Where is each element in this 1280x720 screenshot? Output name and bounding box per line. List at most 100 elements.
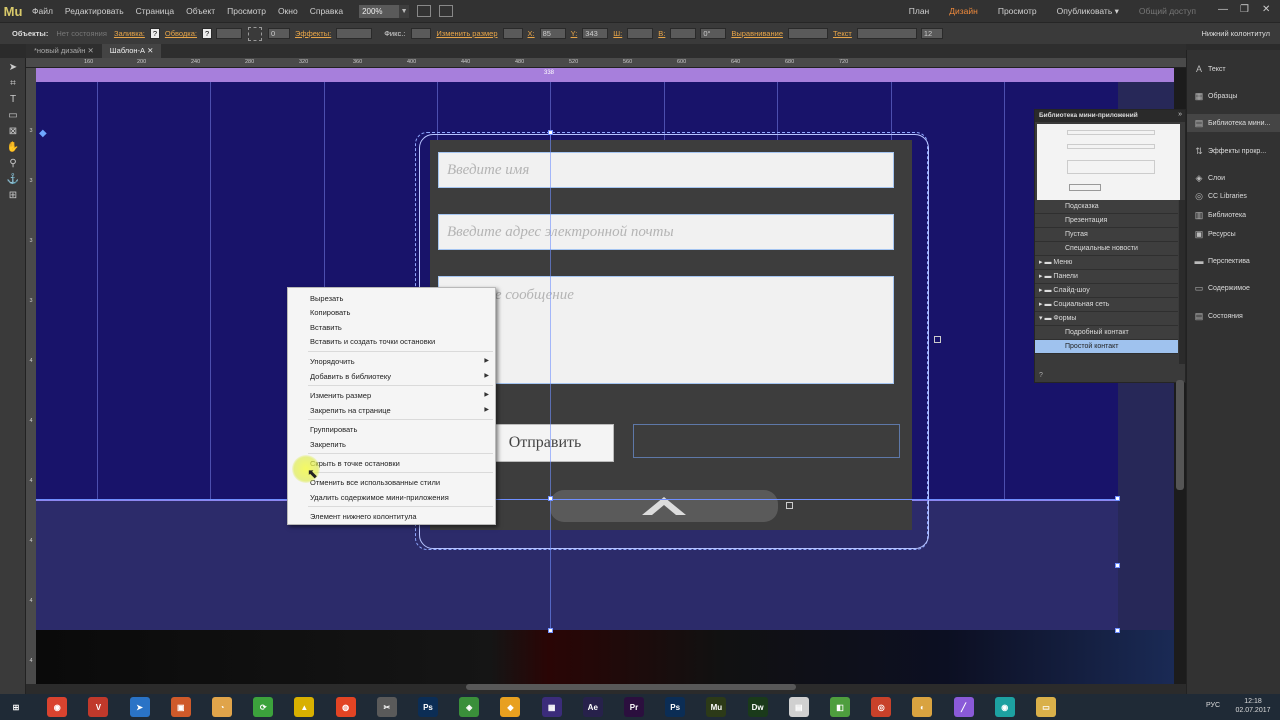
mode-shared[interactable]: Общий доступ xyxy=(1129,6,1206,16)
frame-tool-icon[interactable]: ⊠ xyxy=(5,124,21,138)
text-tool-icon[interactable]: T xyxy=(5,92,21,106)
menu-pin-to-page[interactable]: Закрепить на странице xyxy=(310,406,391,415)
taskbar-muse-alt-icon[interactable]: ▦ xyxy=(541,697,562,717)
h-field[interactable] xyxy=(670,28,697,39)
rotation-field[interactable]: 0° xyxy=(700,28,727,39)
text-link[interactable]: Текст xyxy=(830,29,855,38)
menu-paste[interactable]: Вставить xyxy=(310,323,342,332)
menu-lock[interactable]: Закрепить xyxy=(310,440,346,449)
panel-swatches[interactable]: ▦ Образцы xyxy=(1187,87,1280,105)
taskbar-opera-icon[interactable]: ◍ xyxy=(335,697,356,717)
scroll-up-button[interactable] xyxy=(550,490,778,522)
design-canvas[interactable]: 338 ◆ Введите имя Введите адрес электрон… xyxy=(36,68,1186,684)
view-options-icon[interactable] xyxy=(417,5,432,17)
radius-field[interactable]: 0 xyxy=(268,28,291,39)
library-item[interactable]: Подробный контакт xyxy=(1035,326,1178,340)
library-item[interactable]: Презентация xyxy=(1035,214,1178,228)
taskbar-game-icon[interactable]: ◧ xyxy=(830,697,850,717)
effects-link[interactable]: Эффекты: xyxy=(292,29,334,38)
taskbar-sync-icon[interactable]: ⟳ xyxy=(253,697,274,717)
breakpoint-marker-icon[interactable]: ◆ xyxy=(39,128,47,139)
resize-handle[interactable] xyxy=(1115,496,1120,501)
chevron-down-icon[interactable]: ▼ xyxy=(399,4,410,18)
message-field[interactable]: Введите сообщение xyxy=(438,276,894,384)
fill-link[interactable]: Заливка: xyxy=(111,29,148,38)
menu-object[interactable]: Объект xyxy=(180,6,221,16)
taskbar-chrome-icon[interactable]: ◉ xyxy=(47,697,68,717)
close-icon[interactable]: ✕ xyxy=(147,46,153,55)
menu-clear-styles[interactable]: Отменить все использованные стили xyxy=(310,478,440,487)
panel-layers[interactable]: ◈ Слои xyxy=(1187,169,1280,187)
menu-footer-item[interactable]: Элемент нижнего колонтитула xyxy=(310,512,417,521)
library-folder-social[interactable]: ▸ ▬ Социальная сеть xyxy=(1035,298,1178,312)
menu-group[interactable]: Группировать xyxy=(310,425,357,434)
library-item[interactable]: Специальные новости xyxy=(1035,242,1178,256)
menu-cut[interactable]: Вырезать xyxy=(310,294,343,303)
library-item[interactable]: Подсказка xyxy=(1035,200,1178,214)
menu-page[interactable]: Страница xyxy=(130,6,181,16)
menu-hide-at-breakpoint[interactable]: Скрыть в точке остановки xyxy=(310,459,400,468)
zoom-field[interactable]: 200% xyxy=(359,4,400,18)
panel-text[interactable]: A Текст xyxy=(1187,60,1280,78)
taskbar-scissors-icon[interactable]: ✂ xyxy=(376,697,397,717)
stroke-width-field[interactable] xyxy=(216,28,243,39)
tab-new-design[interactable]: *новый дизайн ✕ xyxy=(26,44,102,58)
library-folder-menu[interactable]: ▸ ▬ Меню xyxy=(1035,256,1178,270)
resize-handle[interactable] xyxy=(548,628,553,633)
vertical-scrollbar[interactable] xyxy=(1176,380,1184,490)
taskbar-box-icon[interactable]: ▣ xyxy=(170,697,191,717)
menu-delete-widget-content[interactable]: Удалить содержимое мини-приложения xyxy=(310,493,449,502)
taskbar-triangle-icon[interactable]: ▲ xyxy=(294,697,315,717)
menu-view[interactable]: Просмотр xyxy=(221,6,272,16)
taskbar-star-icon[interactable]: ◆ xyxy=(500,697,521,717)
taskbar-start-icon[interactable]: ⊞ xyxy=(6,697,26,717)
minimize-icon[interactable]: — xyxy=(1218,4,1228,15)
panel-cc-libraries[interactable]: ◎ CC Libraries xyxy=(1187,187,1280,205)
font-field[interactable] xyxy=(856,28,917,39)
library-item[interactable]: Пустая xyxy=(1035,228,1178,242)
menu-help[interactable]: Справка xyxy=(304,6,349,16)
taskbar-feather-icon[interactable]: ╱ xyxy=(953,697,974,717)
grid-tool-icon[interactable]: ⊞ xyxy=(5,188,21,202)
panel-assets[interactable]: ▣ Ресурсы xyxy=(1187,225,1280,243)
hand-tool-icon[interactable]: ✋ xyxy=(5,140,21,154)
mode-plan[interactable]: План xyxy=(899,6,940,16)
stroke-swatch[interactable]: ? xyxy=(202,28,213,39)
taskbar-photoshop-alt-icon[interactable]: Ps xyxy=(665,697,686,717)
taskbar-after-effects-icon[interactable]: Ae xyxy=(582,697,603,717)
resize-dropdown[interactable] xyxy=(502,28,523,39)
panel-library[interactable]: ▥ Библиотека xyxy=(1187,206,1280,224)
taskbar-muse-icon[interactable]: Mu xyxy=(706,697,727,717)
zoom-tool-icon[interactable]: ⚲ xyxy=(5,156,21,170)
taskbar-paint-icon[interactable]: ◐ xyxy=(912,697,933,717)
selection-tool-icon[interactable]: ➤ xyxy=(5,60,21,74)
x-field[interactable]: 85 xyxy=(539,28,566,39)
taskbar-vivaldi-icon[interactable]: V xyxy=(88,697,109,717)
crop-tool-icon[interactable]: ⌗ xyxy=(5,76,21,90)
menu-file[interactable]: Файл xyxy=(26,6,59,16)
send-button[interactable]: Отправить xyxy=(476,424,614,462)
email-field[interactable]: Введите адрес электронной почты xyxy=(438,214,894,250)
mode-preview[interactable]: Просмотр xyxy=(988,6,1047,16)
panel-collapse-icon[interactable]: » xyxy=(1178,111,1182,118)
resize-handle[interactable] xyxy=(548,130,553,135)
taskbar-doc-icon[interactable]: ▤ xyxy=(788,697,809,717)
align-icons[interactable] xyxy=(787,28,828,39)
taskbar-disc-icon[interactable]: ◔ xyxy=(212,697,232,717)
corner-radius-icon[interactable] xyxy=(248,26,263,41)
taskbar-camera-icon[interactable]: ◉ xyxy=(994,697,1015,717)
resize-handle[interactable] xyxy=(1115,563,1120,568)
align-link[interactable]: Выравнивание xyxy=(728,29,786,38)
library-folder-slideshow[interactable]: ▸ ▬ Слайд-шоу xyxy=(1035,284,1178,298)
mode-design[interactable]: Дизайн xyxy=(939,6,988,16)
restore-icon[interactable]: ❐ xyxy=(1240,4,1249,15)
panel-scroll-effects[interactable]: ⇅ Эффекты прокр... xyxy=(1187,142,1280,160)
library-folder-panels[interactable]: ▸ ▬ Панели xyxy=(1035,270,1178,284)
panel-perspective[interactable]: ▬ Перспектива xyxy=(1187,252,1280,270)
library-folder-forms[interactable]: ▾ ▬ Формы xyxy=(1035,312,1178,326)
tab-template-a[interactable]: Шаблон-А ✕ xyxy=(101,44,162,58)
widget-options-icon[interactable] xyxy=(934,336,941,343)
effects-field[interactable] xyxy=(336,28,373,39)
w-field[interactable] xyxy=(627,28,654,39)
taskbar-globe-icon[interactable]: ◈ xyxy=(459,697,480,717)
